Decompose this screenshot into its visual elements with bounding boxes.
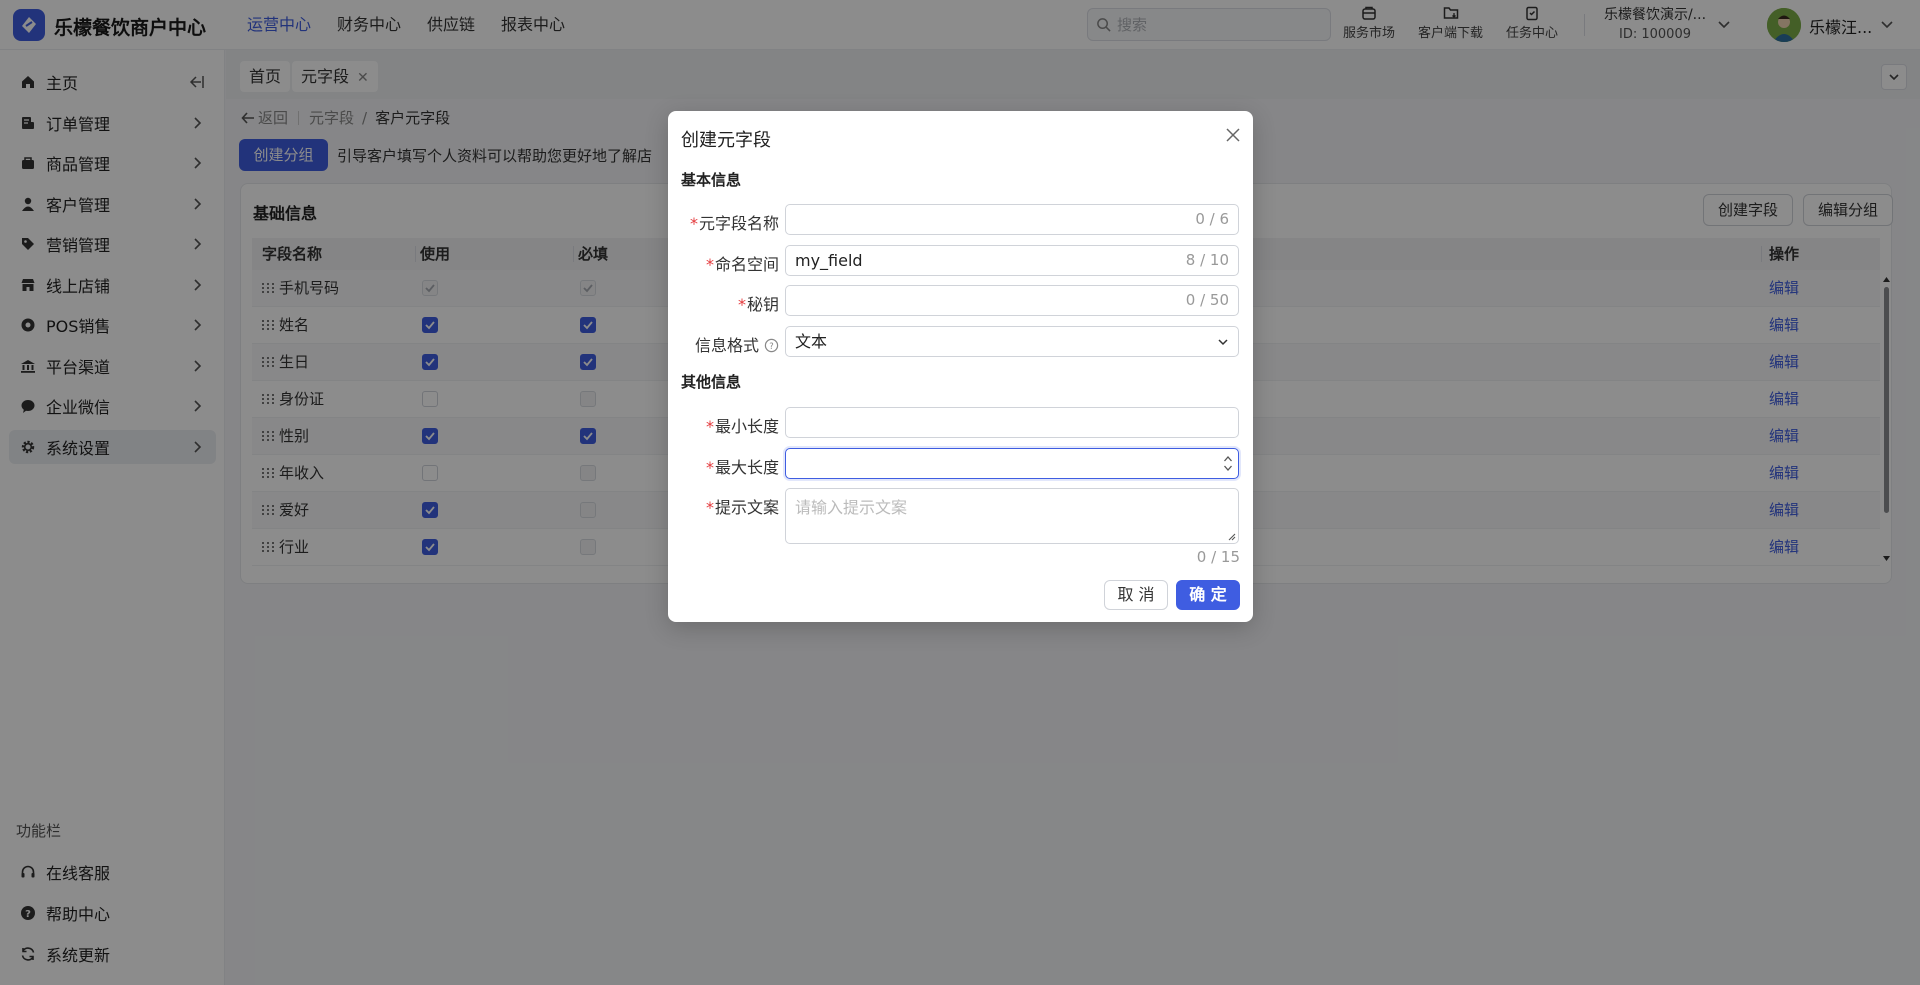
textarea-placeholder: 请输入提示文案	[795, 498, 908, 517]
select-value: 文本	[795, 332, 828, 351]
meta-field-name-input[interactable]: 0 / 6	[785, 204, 1239, 235]
svg-text:?: ?	[769, 341, 773, 351]
label-text: 命名空间	[714, 255, 779, 274]
info-format-label: 信息格式?	[668, 332, 779, 356]
char-counter: 0 / 6	[1195, 210, 1229, 228]
required-mark: *	[705, 417, 714, 436]
required-mark: *	[689, 214, 698, 233]
max-length-label: *最大长度	[668, 454, 779, 478]
dialog-title: 创建元字段	[681, 130, 771, 151]
close-icon[interactable]	[1225, 127, 1241, 143]
section-other-info: 其他信息	[681, 373, 742, 391]
secret-key-label: *秘钥	[668, 291, 779, 315]
required-mark: *	[705, 255, 714, 274]
label-text: 最小长度	[714, 417, 779, 436]
number-stepper-icon[interactable]	[1223, 454, 1233, 473]
hint-text-textarea[interactable]: 请输入提示文案	[785, 488, 1239, 544]
namespace-input[interactable]: my_field 8 / 10	[785, 245, 1239, 276]
info-format-select[interactable]: 文本	[785, 326, 1239, 357]
max-length-input[interactable]	[785, 448, 1239, 479]
create-meta-field-dialog: 创建元字段 基本信息 *元字段名称 0 / 6 *命名空间 my_field 8 …	[668, 111, 1253, 622]
label-text: 信息格式	[694, 336, 759, 355]
help-circle-icon[interactable]: ?	[764, 338, 779, 353]
label-text: 提示文案	[714, 498, 779, 517]
hint-text-label: *提示文案	[668, 494, 779, 518]
input-value: my_field	[795, 251, 863, 270]
required-mark: *	[705, 498, 714, 517]
min-length-input[interactable]	[785, 407, 1239, 438]
secret-key-input[interactable]: 0 / 50	[785, 285, 1239, 316]
namespace-label: *命名空间	[668, 251, 779, 275]
confirm-button[interactable]: 确 定	[1176, 580, 1240, 610]
meta-field-name-label: *元字段名称	[668, 210, 779, 234]
label-text: 秘钥	[746, 295, 779, 314]
cancel-button[interactable]: 取 消	[1104, 580, 1168, 610]
min-length-label: *最小长度	[668, 413, 779, 437]
char-counter: 0 / 50	[1185, 291, 1229, 309]
section-basic-info: 基本信息	[681, 171, 742, 189]
char-counter: 0 / 15	[1196, 548, 1240, 566]
chevron-down-icon	[1218, 339, 1228, 346]
resize-handle-icon[interactable]	[1227, 532, 1236, 541]
char-counter: 8 / 10	[1185, 251, 1229, 269]
required-mark: *	[705, 458, 714, 477]
required-mark: *	[737, 295, 746, 314]
label-text: 最大长度	[714, 458, 779, 477]
label-text: 元字段名称	[698, 214, 779, 233]
